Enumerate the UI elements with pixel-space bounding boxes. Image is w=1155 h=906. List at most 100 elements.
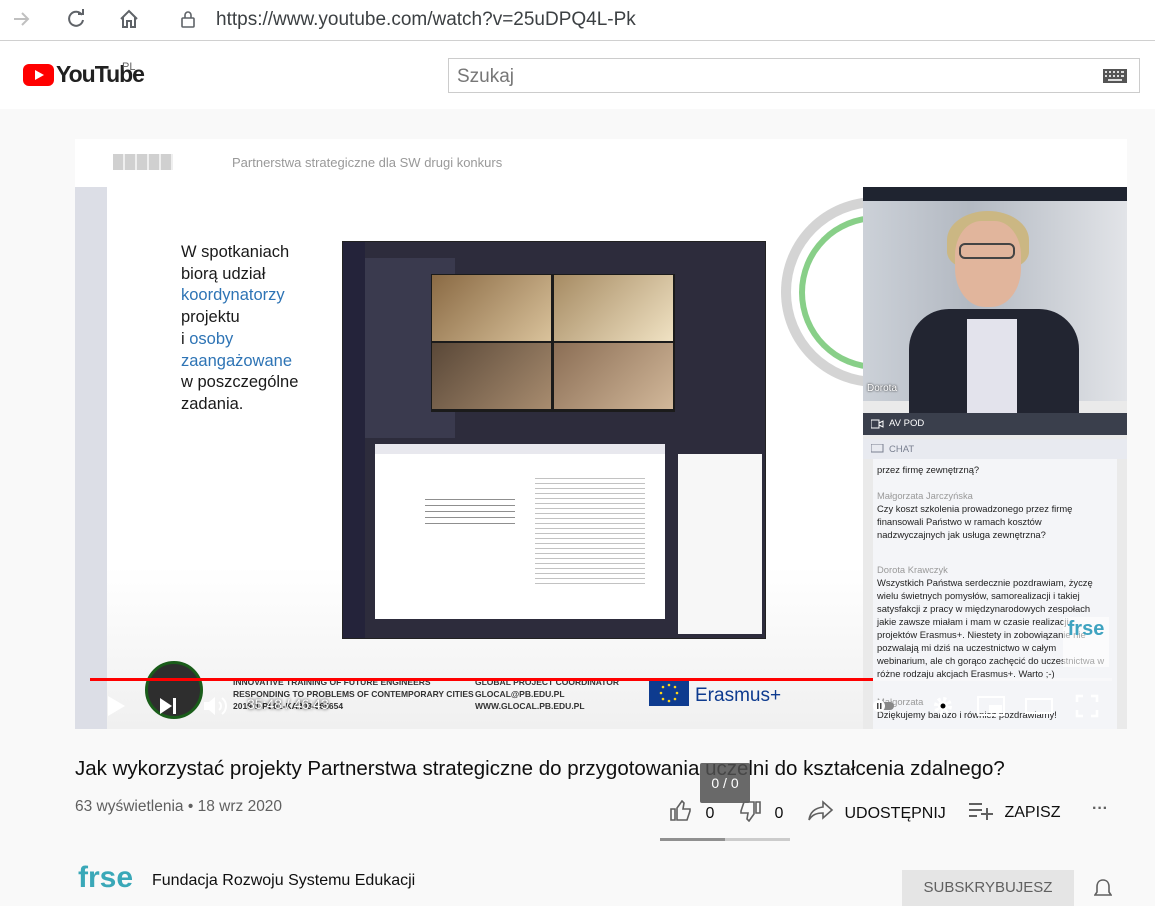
frse-watermark: frse — [1063, 617, 1109, 667]
presenter-glasses — [959, 243, 1015, 259]
slide-header-logo — [113, 154, 173, 170]
slide-line: biorą udział — [181, 264, 266, 283]
lock-icon — [181, 10, 195, 33]
slide-line-highlight: koordynatorzy — [181, 286, 285, 305]
slide-line: i — [181, 329, 190, 348]
youtube-logo-icon[interactable] — [23, 64, 54, 91]
presenter-camera: Dorota — [863, 187, 1127, 415]
chat-message: Małgorzata Jarczyńska Czy koszt szkoleni… — [877, 489, 1109, 541]
search-input[interactable]: Szukaj — [448, 58, 1140, 93]
participant-video — [554, 275, 673, 341]
subscribed-button[interactable]: SUBSKRYBUJESZ — [902, 870, 1074, 906]
channel-avatar[interactable]: frse — [78, 863, 133, 899]
save-label: ZAPISZ — [1004, 804, 1061, 821]
share-button[interactable]: UDOSTĘPNIJ — [808, 800, 946, 823]
dislike-button[interactable]: 0 — [738, 800, 783, 823]
av-pod-label: AV POD — [889, 418, 925, 429]
meta-separator: • — [183, 798, 198, 815]
chat-icon — [871, 444, 884, 453]
slide-bullet-text: W spotkaniach biorą udział koordynatorzy… — [181, 242, 298, 416]
presenter-face — [955, 221, 1021, 307]
chat-bar[interactable]: CHAT — [863, 439, 1127, 459]
forward-arrow-icon[interactable] — [10, 8, 34, 32]
presenter-shirt — [967, 319, 1017, 415]
time-separator: / — [282, 696, 294, 712]
upload-date: 18 wrz 2020 — [197, 798, 283, 815]
share-label: UDOSTĘPNIJ — [844, 805, 946, 822]
sentiment-bar-fill — [660, 838, 725, 841]
slide-line: w poszczególne — [181, 373, 299, 392]
progress-bar[interactable] — [90, 678, 1112, 681]
slide-sidebar-strip — [75, 187, 107, 729]
thumb-up-icon — [670, 799, 691, 821]
document-sidebar — [678, 454, 762, 634]
slide-footer-coordinator: GLOBAL PROJECT COORDINATOR GLOCAL@PB.EDU… — [475, 676, 619, 712]
play-icon[interactable] — [105, 694, 127, 723]
camera-icon — [871, 419, 884, 429]
youtube-header: YouTube PL Szukaj — [0, 41, 1155, 109]
slide-header: Partnerstwa strategiczne dla SW drugi ko… — [75, 139, 1127, 187]
home-icon[interactable] — [117, 8, 141, 32]
save-button[interactable]: ZAPISZ — [968, 800, 1060, 822]
volume-icon[interactable] — [202, 694, 230, 723]
more-actions-icon[interactable]: ··· — [1092, 800, 1108, 818]
slide-footer-line: WWW.GLOCAL.PB.EDU.PL — [475, 701, 585, 711]
chat-message: przez firmę zewnętrzną? — [877, 463, 1109, 476]
address-bar[interactable]: https://www.youtube.com/watch?v=25uDPQ4L… — [165, 4, 1155, 34]
chat-message-author: Dorota Krawczyk — [877, 564, 948, 575]
sentiment-bar — [660, 838, 790, 841]
like-ratio-tooltip: 0 / 0 — [700, 763, 750, 803]
time-display: 35:48 / 46:43 — [247, 696, 329, 712]
slide-line-highlight: zaangażowane — [181, 351, 293, 370]
keyboard-icon[interactable] — [1103, 69, 1127, 88]
av-pod-bar[interactable]: AV POD — [863, 413, 1127, 435]
next-icon[interactable] — [157, 694, 179, 723]
teams-meeting-window — [343, 242, 765, 638]
camera-background — [863, 201, 1127, 415]
current-time: 35:48 — [247, 696, 283, 712]
miniplayer-icon[interactable] — [977, 694, 1005, 723]
document-text-lines — [535, 474, 645, 584]
slide-line: zadania. — [181, 394, 244, 413]
chat-message-author: Małgorzata Jarczyńska — [877, 490, 973, 501]
chat-label: CHAT — [889, 444, 915, 455]
slide-line-highlight: osoby — [189, 329, 234, 348]
chat-messages[interactable]: przez firmę zewnętrzną? Małgorzata Jarcz… — [873, 459, 1117, 729]
video-meta: 63 wyświetlenia • 18 wrz 2020 — [75, 798, 282, 816]
notification-bell-icon[interactable] — [1093, 878, 1113, 904]
teams-screenshot-image — [342, 241, 766, 639]
camera-name-label: Dorota — [867, 383, 898, 394]
eu-flag-icon — [649, 680, 689, 706]
autoplay-toggle-icon[interactable] — [873, 694, 895, 723]
video-title: Jak wykorzystać projekty Partnerstwa str… — [75, 757, 1005, 780]
channel-name[interactable]: Fundacja Rozwoju Systemu Edukacji — [152, 872, 415, 890]
url-text: https://www.youtube.com/watch?v=25uDPQ4L… — [216, 9, 636, 30]
teams-video-grid — [431, 274, 675, 412]
share-icon — [808, 800, 834, 821]
document-toolbar — [375, 444, 665, 454]
like-count: 0 — [705, 805, 715, 822]
erasmus-label: Erasmus+ — [695, 685, 782, 706]
search-placeholder: Szukaj — [457, 66, 515, 87]
slide-line: projektu — [181, 308, 240, 327]
document-page — [375, 454, 665, 619]
settings-gear-icon[interactable] — [931, 694, 955, 723]
video-player[interactable]: Partnerstwa strategiczne dla SW drugi ko… — [75, 139, 1127, 729]
like-button[interactable]: 0 — [669, 799, 715, 823]
theater-mode-icon[interactable] — [1025, 694, 1053, 723]
participant-video — [554, 343, 673, 409]
chat-message-text: przez firmę zewnętrzną? — [877, 464, 980, 475]
document-text-lines — [425, 494, 515, 524]
playlist-add-icon — [969, 803, 993, 820]
region-code: PL — [122, 61, 136, 73]
fullscreen-icon[interactable] — [1075, 694, 1099, 723]
slide-footer-line: GLOCAL@PB.EDU.PL — [475, 689, 565, 699]
progress-bar-played — [90, 678, 873, 681]
teams-app-rail — [343, 440, 365, 638]
dislike-count: 0 — [774, 805, 784, 822]
duration: 46:43 — [293, 696, 329, 712]
slide-header-text: Partnerstwa strategiczne dla SW drugi ko… — [232, 155, 503, 170]
slide-line: W spotkaniach — [181, 243, 290, 261]
reload-icon[interactable] — [64, 8, 88, 32]
thumb-down-icon — [740, 801, 761, 823]
